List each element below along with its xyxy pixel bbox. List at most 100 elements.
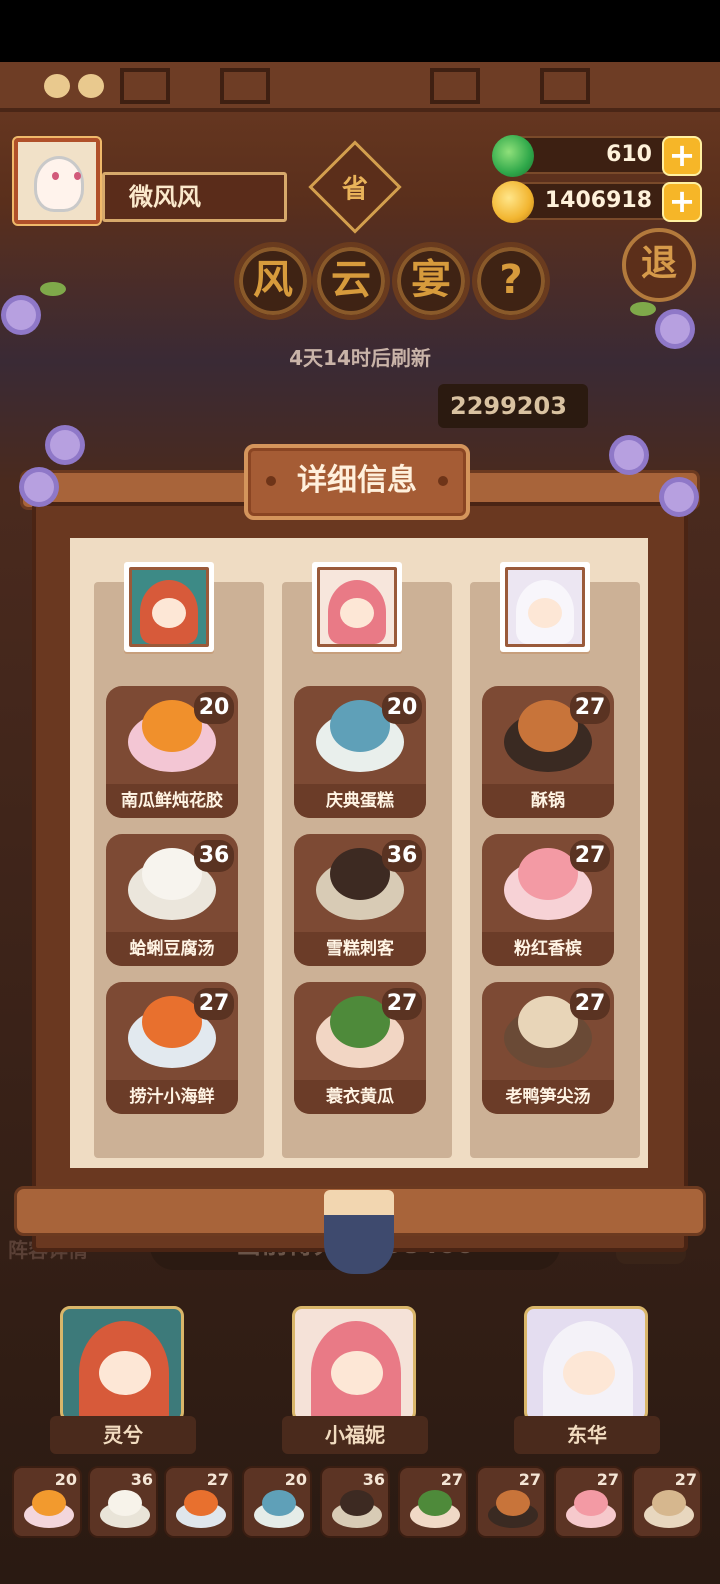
dish-card[interactable]: 20 南瓜鲜炖花胶 bbox=[106, 686, 238, 818]
province-badge-label: 省 bbox=[341, 174, 369, 205]
hero-name-1: 灵兮 bbox=[50, 1416, 196, 1454]
jade-counter: 610 + bbox=[492, 135, 702, 177]
mini-dish-4[interactable]: 20 bbox=[242, 1466, 312, 1538]
dish-card[interactable]: 27 粉红香槟 bbox=[482, 834, 614, 966]
dish-level: 27 bbox=[194, 988, 234, 1020]
column-hero-portrait-3 bbox=[500, 562, 590, 652]
column-hero-portrait-1 bbox=[124, 562, 214, 652]
mini-dish-level: 27 bbox=[596, 1470, 619, 1489]
dish-food bbox=[142, 700, 202, 752]
dish-level: 27 bbox=[570, 840, 610, 872]
dish-name: 雪糕刺客 bbox=[294, 932, 426, 966]
event-title-char-1: 风 bbox=[234, 242, 312, 320]
hero-face bbox=[152, 598, 186, 628]
dish-card[interactable]: 27 老鸭笋尖汤 bbox=[482, 982, 614, 1114]
dish-card[interactable]: 27 酥锅 bbox=[482, 686, 614, 818]
dish-card[interactable]: 36 雪糕刺客 bbox=[294, 834, 426, 966]
dish-food bbox=[142, 996, 202, 1048]
avatar-eye bbox=[52, 172, 59, 180]
dish-food bbox=[496, 1490, 530, 1516]
mini-dish-level: 20 bbox=[284, 1470, 307, 1489]
dish-name: 捞汁小海鲜 bbox=[106, 1080, 238, 1114]
event-title-char-3: 宴 bbox=[392, 242, 470, 320]
hero-card-lingxi[interactable] bbox=[60, 1306, 184, 1422]
dish-food bbox=[142, 848, 202, 900]
mini-dish-2[interactable]: 36 bbox=[88, 1466, 158, 1538]
dish-name: 蓑衣黄瓜 bbox=[294, 1080, 426, 1114]
dish-food bbox=[340, 1490, 374, 1516]
mini-dish-1[interactable]: 20 bbox=[12, 1466, 82, 1538]
dish-level: 27 bbox=[570, 692, 610, 724]
mini-dish-level: 27 bbox=[206, 1470, 229, 1489]
dish-name: 蛤蜊豆腐汤 bbox=[106, 932, 238, 966]
leaf-decoration bbox=[40, 282, 66, 296]
dish-name: 老鸭笋尖汤 bbox=[482, 1080, 614, 1114]
mini-dish-7[interactable]: 27 bbox=[476, 1466, 546, 1538]
jade-icon bbox=[492, 135, 534, 177]
tassel-decoration bbox=[324, 1190, 394, 1274]
dish-food bbox=[418, 1490, 452, 1516]
dish-card[interactable]: 27 蓑衣黄瓜 bbox=[294, 982, 426, 1114]
hero-face bbox=[331, 1351, 383, 1395]
dish-name: 庆典蛋糕 bbox=[294, 784, 426, 818]
player-avatar[interactable] bbox=[12, 136, 102, 226]
gold-counter: 1406918 + bbox=[492, 181, 702, 223]
dish-food bbox=[32, 1490, 66, 1516]
dish-card[interactable]: 36 蛤蜊豆腐汤 bbox=[106, 834, 238, 966]
flower-decoration bbox=[24, 472, 54, 502]
beam-cross bbox=[220, 68, 270, 104]
dish-food bbox=[330, 700, 390, 752]
flower-decoration bbox=[6, 300, 36, 330]
roof-beam bbox=[0, 62, 720, 112]
dish-name: 南瓜鲜炖花胶 bbox=[106, 784, 238, 818]
mini-dish-9[interactable]: 27 bbox=[632, 1466, 702, 1538]
leaf-decoration bbox=[630, 302, 656, 316]
flower-decoration bbox=[664, 482, 694, 512]
mini-dish-8[interactable]: 27 bbox=[554, 1466, 624, 1538]
dish-level: 27 bbox=[570, 988, 610, 1020]
hero-name-3: 东华 bbox=[514, 1416, 660, 1454]
add-gold-button[interactable]: + bbox=[662, 182, 702, 222]
chick-decoration bbox=[44, 74, 70, 98]
dish-name: 酥锅 bbox=[482, 784, 614, 818]
dish-food bbox=[184, 1490, 218, 1516]
add-jade-button[interactable]: + bbox=[662, 136, 702, 176]
hero-card-donghua[interactable] bbox=[524, 1306, 648, 1422]
mini-dish-level: 27 bbox=[518, 1470, 541, 1489]
top-score: 2299203 bbox=[438, 384, 588, 428]
avatar-eye bbox=[74, 172, 81, 180]
province-badge[interactable]: 省 bbox=[308, 140, 402, 234]
mini-dish-level: 20 bbox=[54, 1470, 77, 1489]
mini-dish-level: 36 bbox=[362, 1470, 385, 1489]
exit-button[interactable]: 退 bbox=[622, 228, 696, 302]
flower-decoration bbox=[660, 314, 690, 344]
gold-coin-icon bbox=[492, 181, 534, 223]
dish-level: 36 bbox=[382, 840, 422, 872]
hero-face bbox=[563, 1351, 615, 1395]
dish-level: 20 bbox=[194, 692, 234, 724]
mini-dish-level: 27 bbox=[674, 1470, 697, 1489]
dish-food bbox=[262, 1490, 296, 1516]
hero-portrait bbox=[505, 567, 585, 647]
dish-card[interactable]: 27 捞汁小海鲜 bbox=[106, 982, 238, 1114]
gold-amount: 1406918 bbox=[544, 188, 652, 213]
game-screen: 微风风 省 610 + 1406918 + 退 风 云 宴 ? 4天14时后刷新… bbox=[0, 62, 720, 1584]
dish-food bbox=[518, 848, 578, 900]
refresh-timer: 4天14时后刷新 bbox=[289, 346, 431, 370]
hero-name-2: 小福妮 bbox=[282, 1416, 428, 1454]
mini-dish-5[interactable]: 36 bbox=[320, 1466, 390, 1538]
hero-portrait bbox=[129, 567, 209, 647]
hero-card-xiaofuni[interactable] bbox=[292, 1306, 416, 1422]
dish-food bbox=[330, 996, 390, 1048]
dish-card[interactable]: 20 庆典蛋糕 bbox=[294, 686, 426, 818]
dish-name: 粉红香槟 bbox=[482, 932, 614, 966]
flower-decoration bbox=[614, 440, 644, 470]
mini-dish-6[interactable]: 27 bbox=[398, 1466, 468, 1538]
chick-decoration bbox=[78, 74, 104, 98]
flower-decoration bbox=[50, 430, 80, 460]
help-button[interactable]: ? bbox=[472, 242, 550, 320]
dish-level: 36 bbox=[194, 840, 234, 872]
mini-dish-3[interactable]: 27 bbox=[164, 1466, 234, 1538]
beam-cross bbox=[120, 68, 170, 104]
dish-food bbox=[518, 700, 578, 752]
